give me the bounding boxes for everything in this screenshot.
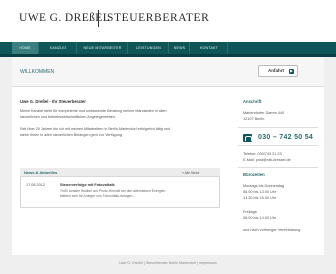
hours-line: 08.00 bis 14.00 Uhr [243, 216, 277, 220]
sidebar-divider [238, 127, 318, 128]
nav-item-kontakt[interactable]: KONTAKT [191, 42, 228, 54]
phone-icon [243, 134, 252, 142]
intro-para-1-line-1: Meine Kanzlei steht für kompetente und u… [20, 109, 167, 113]
news-title: News & Aktuelles [24, 170, 58, 175]
nav-item-home[interactable]: HOME [12, 42, 39, 54]
hours-heading: Bürozeiten [243, 172, 265, 177]
phone-number: 030 – 742 50 54 [258, 134, 314, 141]
sidebar-divider [238, 145, 318, 146]
route-button-label: Anfahrt [268, 68, 284, 73]
sidebar-divider [238, 167, 318, 168]
nav-item-kanzlei[interactable]: KANZLEI [40, 42, 77, 54]
intro-para-1-line-2: steuerlichen und betriebswirtschaftliche… [20, 115, 116, 119]
logo-name[interactable]: UWE G. DREßEL [19, 12, 110, 24]
email-link[interactable]: E-Mail: post@stb-dressel.de [243, 157, 291, 163]
intro-heading: Uwe G. Dreßel - Ihr Steuerberater [20, 99, 86, 104]
hours-line: 13.30 bis 16.30 Uhr [243, 196, 277, 200]
nav-item-news[interactable]: NEWS [170, 42, 190, 54]
news-item-text: TroEi dunkler Wolken am Photo-Himmel bei… [60, 189, 210, 199]
nav-item-leistungen[interactable]: LEISTUNGEN [129, 42, 169, 54]
address-heading: Anschrift [243, 99, 262, 104]
site-footer[interactable]: Uwe G. Dreßel | Steuerberater Berlin Mar… [0, 261, 336, 265]
site-header: UWE G. DREßEL STEUERBERATER [0, 0, 336, 42]
hours-line: und nach vorheriger Vereinbarung [243, 228, 301, 232]
arrow-right-icon: ▶ [289, 69, 294, 74]
intro-para-2-line-1: Seit über 20 Jahren bin ich mit meinen M… [20, 127, 171, 131]
all-news-link[interactable]: » Alle News [182, 171, 199, 175]
route-button[interactable]: Anfahrt ▶ [258, 65, 298, 77]
logo-separator [98, 10, 99, 27]
news-date: 17.08.2012 [26, 183, 46, 187]
news-item-title[interactable]: Steuerverfolge mit Fotovoltaik [60, 183, 115, 187]
logo-title[interactable]: STEUERBERATER [107, 12, 209, 24]
page-title: WILLKOMMEN [20, 69, 55, 75]
page: UWE G. DREßEL STEUERBERATER HOME KANZLEI… [0, 0, 336, 274]
news-item-text-line-2: bleiben sich für Anleger von Fotovoltaik… [60, 193, 136, 198]
intro-para-2-line-2: stehe Ihnen in allen steuerlichen Belang… [20, 133, 123, 137]
nav-item-neue-mitarbeiter[interactable]: NEUE MITARBEITER [78, 42, 128, 54]
address-city: 12107 Berlin [243, 117, 265, 121]
